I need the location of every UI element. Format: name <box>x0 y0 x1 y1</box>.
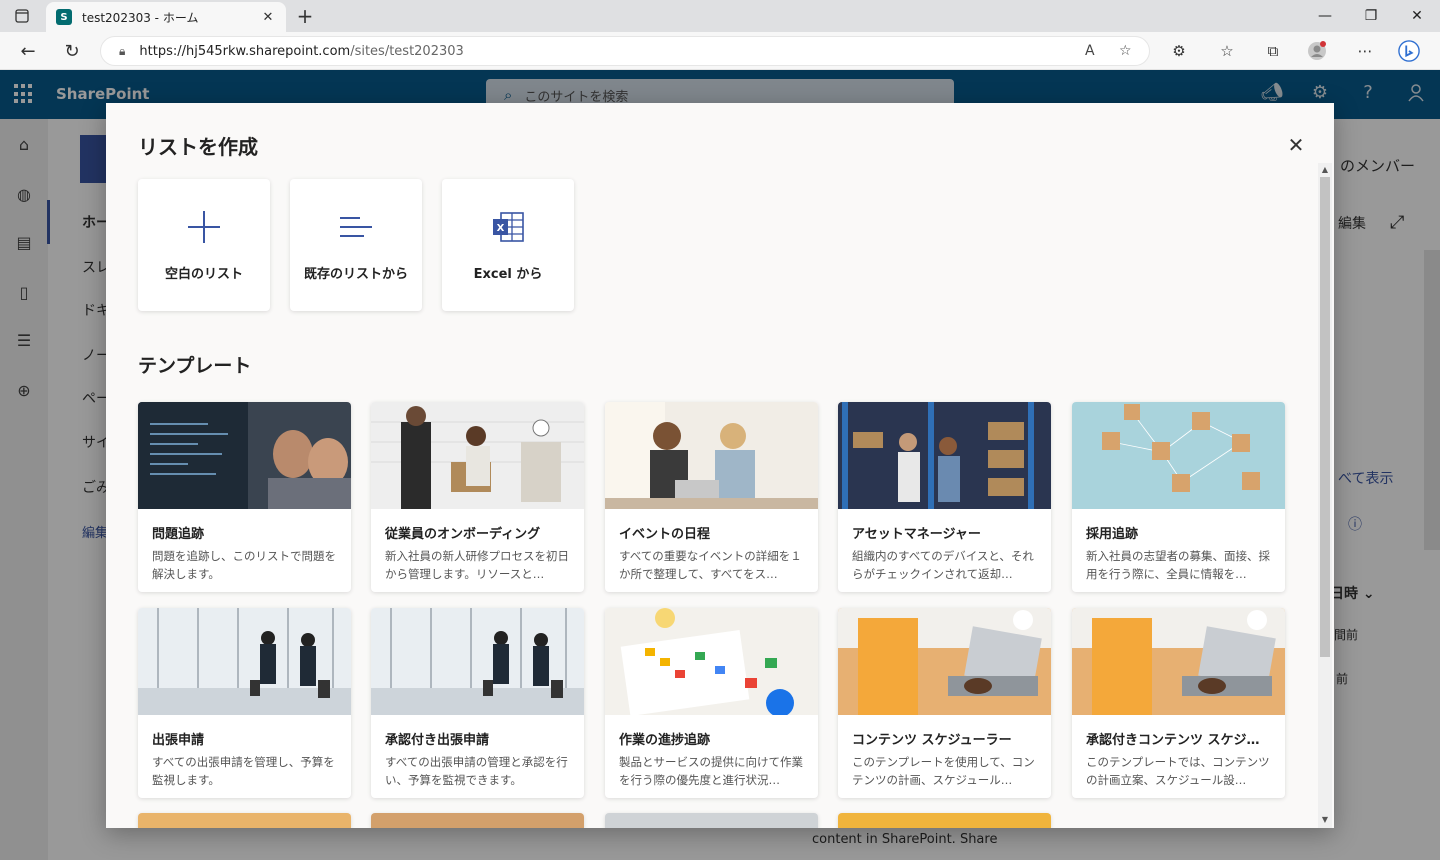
tab-close-icon[interactable]: ✕ <box>260 10 276 25</box>
template-description: 新入社員の志望者の募集、面接、採用を行う際に、全員に情報を… <box>1086 549 1270 581</box>
tab-actions-icon[interactable] <box>10 6 34 26</box>
template-card-travel-requests-approval[interactable]: 承認付き出張申請 すべての出張申請の管理と承認を行い、予算を監視できます。 <box>371 608 584 798</box>
template-name: 出張申請 <box>152 733 205 748</box>
scroll-up-icon[interactable]: ▲ <box>1320 165 1330 175</box>
collections-icon[interactable]: ⧉ <box>1262 40 1284 62</box>
template-card-content-scheduler-approval[interactable]: 承認付きコンテンツ スケジ… このテンプレートでは、コンテンツの計画立案、スケジ… <box>1072 608 1285 798</box>
template-name: 承認付き出張申請 <box>385 733 490 748</box>
excel-icon: X <box>488 207 528 247</box>
template-card-content-scheduler[interactable]: コンテンツ スケジューラー このテンプレートを使用して、コンテンツの計画、スケジ… <box>838 608 1051 798</box>
templates-heading: テンプレート <box>138 355 252 377</box>
template-thumbnail <box>138 402 351 509</box>
browser-tab[interactable]: S test202303 - ホーム ✕ <box>46 2 286 32</box>
svg-text:X: X <box>497 223 505 234</box>
from-excel-option[interactable]: X Excel から <box>442 179 574 311</box>
template-name: アセットマネージャー <box>852 527 981 542</box>
scroll-thumb[interactable] <box>1320 177 1330 657</box>
more-menu-icon[interactable]: ⋯ <box>1354 40 1376 62</box>
template-card-event-itinerary[interactable]: イベントの日程 すべての重要なイベントの詳細を１か所で整理して、すべてをス… <box>605 402 818 592</box>
template-name: 作業の進捗追跡 <box>619 733 711 748</box>
template-thumbnail <box>371 402 584 509</box>
template-card-partial[interactable] <box>138 813 351 828</box>
template-thumbnail <box>371 608 584 715</box>
create-list-dialog: リストを作成 ✕ 空白のリスト 既存のリストから X Excel から テンプレ… <box>106 103 1334 828</box>
template-description: 新入社員の新人研修プロセスを初日から管理します。リソースと… <box>385 549 569 581</box>
template-card-partial[interactable] <box>605 813 818 828</box>
template-description: このテンプレートを使用して、コンテンツの計画、スケジュール… <box>852 755 1035 787</box>
restore-button[interactable]: ❐ <box>1348 0 1394 32</box>
template-name: 従業員のオンボーディング <box>385 527 541 542</box>
address-bar[interactable]: 🔒︎ https://hj545rkw.sharepoint.com/sites… <box>100 36 1150 66</box>
from-existing-list-option[interactable]: 既存のリストから <box>290 179 422 311</box>
template-name: 採用追跡 <box>1086 527 1139 542</box>
template-description: すべての出張申請の管理と承認を行い、予算を監視できます。 <box>385 755 568 787</box>
browser-toolbar: ← ↻ 🔒︎ https://hj545rkw.sharepoint.com/s… <box>0 32 1440 70</box>
template-description: すべての出張申請を管理し、予算を監視します。 <box>152 755 335 787</box>
dialog-title: リストを作成 <box>138 135 258 159</box>
favorites-icon[interactable]: ☆ <box>1216 40 1238 62</box>
template-description: 製品とサービスの提供に向けて作業を行う際の優先度と進行状況… <box>619 755 803 787</box>
template-card-issue-tracker[interactable]: 問題追跡 問題を追跡し、このリストで問題を解決します。 <box>138 402 351 592</box>
url-text: https://hj545rkw.sharepoint.com/sites/te… <box>139 43 464 59</box>
template-thumbnail <box>605 608 818 715</box>
plus-icon <box>184 207 224 247</box>
back-button[interactable]: ← <box>14 38 42 64</box>
template-description: 問題を追跡し、このリストで問題を解決します。 <box>152 549 336 581</box>
read-aloud-icon[interactable]: A <box>1085 43 1095 59</box>
favorite-add-icon[interactable]: ☆ <box>1119 43 1132 59</box>
template-description: すべての重要なイベントの詳細を１か所で整理して、すべてをス… <box>619 549 802 581</box>
template-thumbnail <box>838 608 1051 715</box>
list-lines-icon <box>336 207 376 247</box>
template-thumbnail <box>1072 402 1285 509</box>
template-card-partial[interactable] <box>838 813 1051 828</box>
browser-tab-strip: S test202303 - ホーム ✕ + — ❐ ✕ <box>0 0 1440 32</box>
template-card-work-progress-tracker[interactable]: 作業の進捗追跡 製品とサービスの提供に向けて作業を行う際の優先度と進行状況… <box>605 608 818 798</box>
template-thumbnail <box>138 608 351 715</box>
sharepoint-favicon-icon: S <box>56 9 72 25</box>
scroll-down-icon[interactable]: ▼ <box>1320 815 1330 825</box>
blank-list-label: 空白のリスト <box>164 267 243 282</box>
template-name: コンテンツ スケジューラー <box>852 733 1012 748</box>
template-name: イベントの日程 <box>619 527 711 542</box>
template-thumbnail <box>1072 608 1285 715</box>
template-thumbnail <box>605 402 818 509</box>
new-tab-button[interactable]: + <box>292 4 318 28</box>
template-card-recruitment-tracker[interactable]: 採用追跡 新入社員の志望者の募集、面接、採用を行う際に、全員に情報を… <box>1072 402 1285 592</box>
dialog-scrollbar[interactable]: ▲ ▼ <box>1318 163 1332 828</box>
from-existing-list-label: 既存のリストから <box>303 267 408 282</box>
blank-list-option[interactable]: 空白のリスト <box>138 179 270 311</box>
template-name: 問題追跡 <box>152 527 205 542</box>
refresh-button[interactable]: ↻ <box>58 38 86 64</box>
template-description: 組織内のすべてのデバイスと、それらがチェックインされて返却… <box>852 549 1034 581</box>
template-name: 承認付きコンテンツ スケジ… <box>1086 733 1260 748</box>
template-card-travel-requests[interactable]: 出張申請 すべての出張申請を管理し、予算を監視します。 <box>138 608 351 798</box>
extensions-icon[interactable]: ⚙ <box>1168 40 1190 62</box>
template-card-asset-manager[interactable]: アセットマネージャー 組織内のすべてのデバイスと、それらがチェックインされて返却… <box>838 402 1051 592</box>
tab-title: test202303 - ホーム <box>82 10 199 25</box>
template-description: このテンプレートでは、コンテンツの計画立案、スケジュール設… <box>1086 755 1270 787</box>
profile-avatar[interactable] <box>1306 40 1328 62</box>
close-window-button[interactable]: ✕ <box>1394 0 1440 32</box>
template-thumbnail <box>838 402 1051 509</box>
template-card-partial[interactable] <box>371 813 584 828</box>
minimize-button[interactable]: — <box>1302 0 1348 32</box>
bing-icon[interactable] <box>1398 40 1420 62</box>
close-dialog-icon[interactable]: ✕ <box>1284 133 1308 157</box>
template-card-employee-onboarding[interactable]: 従業員のオンボーディング 新入社員の新人研修プロセスを初日から管理します。リソー… <box>371 402 584 592</box>
lock-icon: 🔒︎ <box>119 43 126 58</box>
from-excel-label: Excel から <box>473 267 543 282</box>
